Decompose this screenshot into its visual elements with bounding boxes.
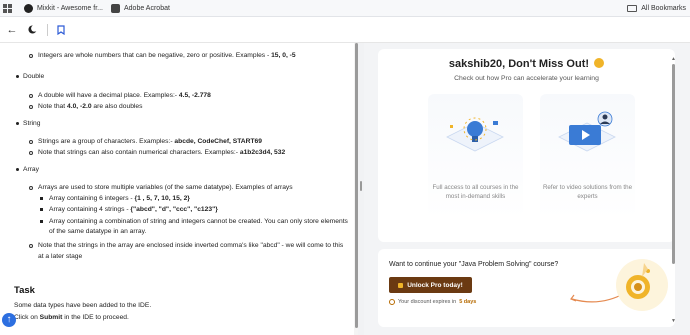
- arrow-up-icon: ↑: [6, 314, 12, 325]
- theme-moon-icon[interactable]: [27, 25, 37, 35]
- task-line-2: Click on Submit in the IDE to proceed.: [14, 314, 129, 321]
- array-title: Array: [23, 166, 39, 173]
- list-bullet: [29, 54, 33, 58]
- array-line-1: Arrays are used to store multiple variab…: [38, 184, 293, 191]
- task-line-1: Some data types have been added to the I…: [14, 302, 152, 309]
- page-toolbar: ←: [0, 17, 690, 43]
- back-arrow-icon[interactable]: ←: [7, 24, 18, 36]
- all-bookmarks[interactable]: All Bookmarks: [627, 4, 686, 12]
- list-bullet: [29, 244, 33, 248]
- help-button[interactable]: ↑: [2, 313, 16, 327]
- unlock-pro-label: Unlock Pro today!: [407, 281, 463, 289]
- list-bullet: [29, 105, 33, 109]
- bookmark-icon[interactable]: [56, 24, 66, 35]
- promo-scrollbar[interactable]: ▲ ▼: [671, 56, 676, 326]
- pro-upsell-card: sakshib20, Don't Miss Out! Check out how…: [378, 49, 675, 242]
- array-sub-1: Array containing 6 integers - {1 , 5, 7,…: [49, 195, 190, 202]
- note-line-2: at a later stage: [38, 253, 83, 260]
- feature-courses-text: Full access to all courses in the most in…: [432, 184, 519, 200]
- mixkit-icon: [24, 3, 33, 13]
- sad-face-icon: [594, 58, 605, 68]
- promo-panel: sakshib20, Don't Miss Out! Check out how…: [364, 43, 690, 335]
- list-bullet: [16, 75, 19, 78]
- double-title: Double: [23, 73, 45, 80]
- lightbulb-icon: [446, 117, 504, 152]
- continue-course-card: Want to continue your "Java Problem Solv…: [378, 249, 675, 327]
- feature-card-courses: Full access to all courses in the most in…: [428, 94, 523, 219]
- bookmark-mixkit-label: Mixkit - Awesome fr...: [37, 4, 103, 12]
- scroll-down-icon[interactable]: ▼: [671, 318, 676, 324]
- continue-course-text: Want to continue your "Java Problem Solv…: [389, 261, 559, 268]
- array-sub-2: Array containing 4 strings - {"abcd", "d…: [49, 206, 218, 213]
- list-bullet: [40, 220, 43, 223]
- list-bullet: [16, 122, 19, 125]
- double-line-1: A double will have a decimal place. Exam…: [38, 92, 211, 99]
- bookmarks-bar: Mixkit - Awesome fr... Adobe Acrobat All…: [0, 0, 690, 17]
- drag-handle-icon: [360, 181, 362, 191]
- bookmark-acrobat-label: Adobe Acrobat: [124, 4, 170, 12]
- discount-notice: Your discount expires in 5 days: [389, 299, 476, 305]
- array-sub-3-line-2: of the same datatype in an array.: [49, 228, 147, 235]
- list-bullet: [29, 140, 33, 144]
- promo-title: sakshib20, Don't Miss Out!: [378, 58, 675, 70]
- note-line-1: Note that the strings in the array are e…: [38, 242, 344, 249]
- feature-card-videos: Refer to video solutions from the experts: [540, 94, 635, 219]
- integer-description: Integers are whole numbers that can be n…: [38, 52, 296, 59]
- feature-videos-text: Refer to video solutions from the experts: [542, 184, 633, 200]
- string-line-2: Note that strings can also contain numer…: [38, 149, 286, 156]
- list-bullet: [16, 168, 19, 171]
- list-bullet: [29, 186, 33, 190]
- list-bullet: [40, 208, 43, 211]
- all-bookmarks-label: All Bookmarks: [641, 4, 686, 12]
- toolbar-divider: [47, 23, 48, 36]
- promo-subtitle: Check out how Pro can accelerate your le…: [454, 75, 599, 82]
- clock-icon: [389, 299, 395, 305]
- list-bullet: [40, 197, 43, 200]
- string-line-1: Strings are a group of characters. Examp…: [38, 138, 262, 145]
- array-sub-3-line-1: Array containing a combination of string…: [49, 218, 348, 225]
- list-bullet: [29, 94, 33, 98]
- string-title: String: [23, 120, 41, 127]
- discount-badge-illustration: [570, 259, 668, 311]
- bookmark-acrobat[interactable]: Adobe Acrobat: [111, 3, 170, 13]
- bookmark-mixkit[interactable]: Mixkit - Awesome fr...: [24, 3, 103, 13]
- acrobat-icon: [111, 3, 120, 13]
- list-bullet: [29, 151, 33, 155]
- unlock-pro-button[interactable]: Unlock Pro today!: [389, 277, 472, 293]
- unlock-icon: [398, 282, 404, 288]
- lesson-content: Integers are whole numbers that can be n…: [0, 43, 358, 335]
- scroll-up-icon[interactable]: ▲: [671, 56, 676, 62]
- video-play-icon: [558, 111, 616, 152]
- double-line-2: Note that 4.0, -2.0 are also doubles: [38, 103, 143, 110]
- apps-grid-icon[interactable]: [3, 3, 12, 13]
- folder-icon: [627, 4, 638, 12]
- task-heading: Task: [14, 285, 35, 296]
